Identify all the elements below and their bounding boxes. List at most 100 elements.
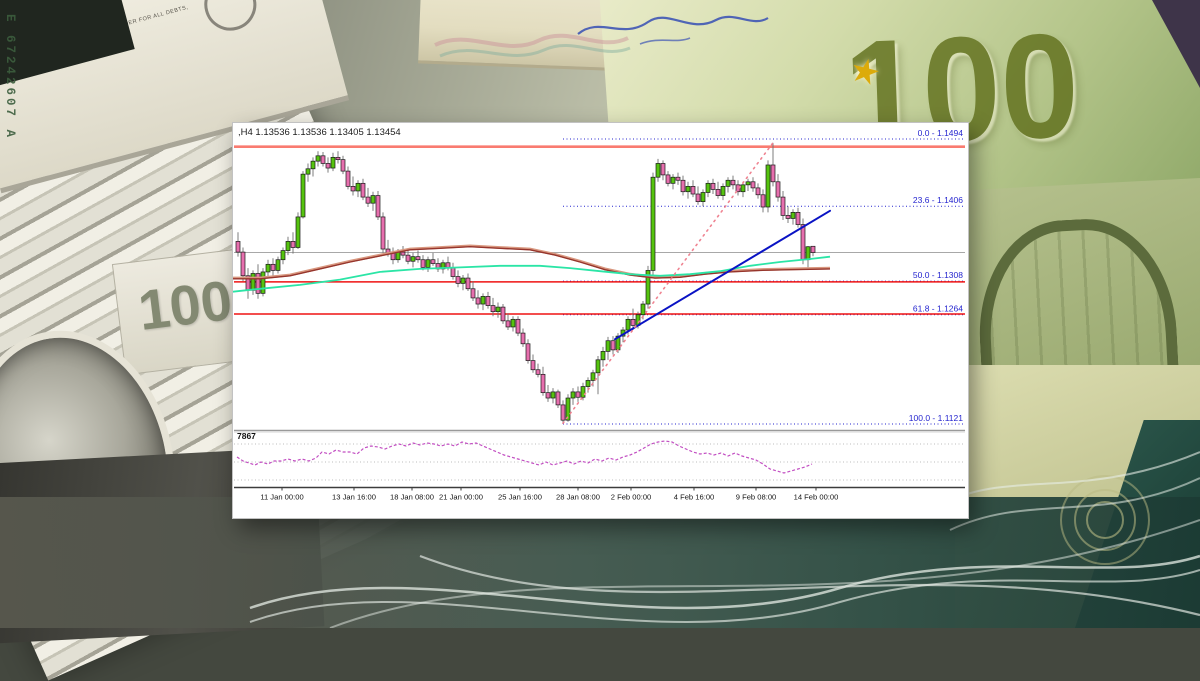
fib-level-label: 0.0 - 1.1494 [918,128,964,138]
candle-body [776,182,780,197]
candle-body [311,161,315,169]
candle-body [251,273,255,290]
candle-body [781,197,785,215]
euro-ring-mid [1075,490,1135,550]
candle-body [761,195,765,207]
indicator-label: 7867 [237,431,256,441]
wave-line-bottom-3 [330,520,1200,628]
candle-body [656,163,660,177]
candle-body [811,246,815,252]
candle-body [356,183,360,191]
candle-body [281,251,285,260]
candle-body [801,225,805,260]
candle-body [546,393,550,398]
candle-body [241,252,245,276]
time-axis-label: 9 Feb 08:00 [736,493,777,502]
candle-body [461,278,465,283]
candle-body [426,260,430,268]
price-chart[interactable]: 0.0 - 1.1494 23.6 - 1.1406 50.0 - 1.1308 61… [233,123,968,518]
candle-body [686,186,690,191]
candle-body [661,163,665,174]
candle-body [721,186,725,195]
candle-body [676,177,680,180]
corner-note-top-right [1152,0,1200,88]
candle-body [751,182,755,188]
candle-body [601,351,605,359]
time-axis-label: 13 Jan 16:00 [332,493,376,502]
candle-body [261,272,265,293]
fib-level-label: 23.6 - 1.1406 [913,195,963,205]
candle-body [741,185,745,192]
euro-guilloche-pink [435,36,628,46]
candle-body [706,183,710,192]
candle-body [536,370,540,375]
candle-body [406,255,410,261]
candle-body [256,273,260,293]
candle-body [561,405,565,420]
candle-body [726,180,730,186]
candle-body [321,156,325,164]
candle-body [306,169,310,174]
candle-body [551,392,555,398]
time-axis-label: 18 Jan 08:00 [390,493,434,502]
candle-body [466,278,470,289]
candle-body [476,298,480,304]
candle-body [416,257,420,260]
candle-body [421,260,425,268]
fib-level-label: 61.8 - 1.1264 [913,304,963,314]
candle-body [266,264,270,272]
candle-body [541,374,545,392]
candle-body [581,387,585,398]
candle-body [381,217,385,249]
candle-body [756,188,760,195]
candle-body [606,341,610,352]
candle-body [796,212,800,224]
candle-body [516,319,520,333]
candle-body [291,241,295,247]
candle-body [641,304,645,315]
candle-body [501,307,505,321]
euro-ring-small [1087,502,1123,538]
candle-body [511,319,515,327]
time-axis-label: 28 Jan 08:00 [556,493,600,502]
chart-ohlc-header: ,H4 1.13536 1.13536 1.13405 1.13454 [238,127,401,138]
candle-body [681,180,685,191]
candle-body [341,160,345,171]
candle-body [366,197,370,203]
candle-body [271,264,275,270]
candle-body [521,333,525,344]
candle-body [746,182,750,185]
indicator-line [237,441,812,473]
euro-guilloche-teal [440,45,630,56]
ma-slow-maroon [233,247,830,279]
candle-body [631,319,635,325]
candle-body [531,361,535,370]
candle-body [336,157,340,159]
candle-body [301,174,305,217]
candle-body [701,192,705,201]
candle-body [276,260,280,271]
candle-body [486,296,490,305]
fib-level-label: 50.0 - 1.1308 [913,270,963,280]
time-axis-label: 25 Jan 16:00 [498,493,542,502]
candle-body [316,156,320,161]
candle-body [351,186,355,191]
candle-body [361,183,365,197]
euro-signature-underline [640,38,690,44]
candle-body [411,257,415,262]
candle-body [326,163,330,168]
candle-body [651,177,655,270]
candle-body [591,373,595,381]
chart-window[interactable]: 0.0 - 1.1494 23.6 - 1.1406 50.0 - 1.1308 61… [233,123,968,518]
candle-body [451,267,455,276]
euro-signature-scribble [578,17,768,34]
candle-body [446,263,450,268]
candle-body [286,241,290,250]
candle-body [506,321,510,327]
candle-body [691,186,695,194]
candle-body [786,215,790,218]
candle-body [766,165,770,207]
candle-body [296,217,300,248]
candle-body [806,247,810,260]
candle-body [471,289,475,298]
